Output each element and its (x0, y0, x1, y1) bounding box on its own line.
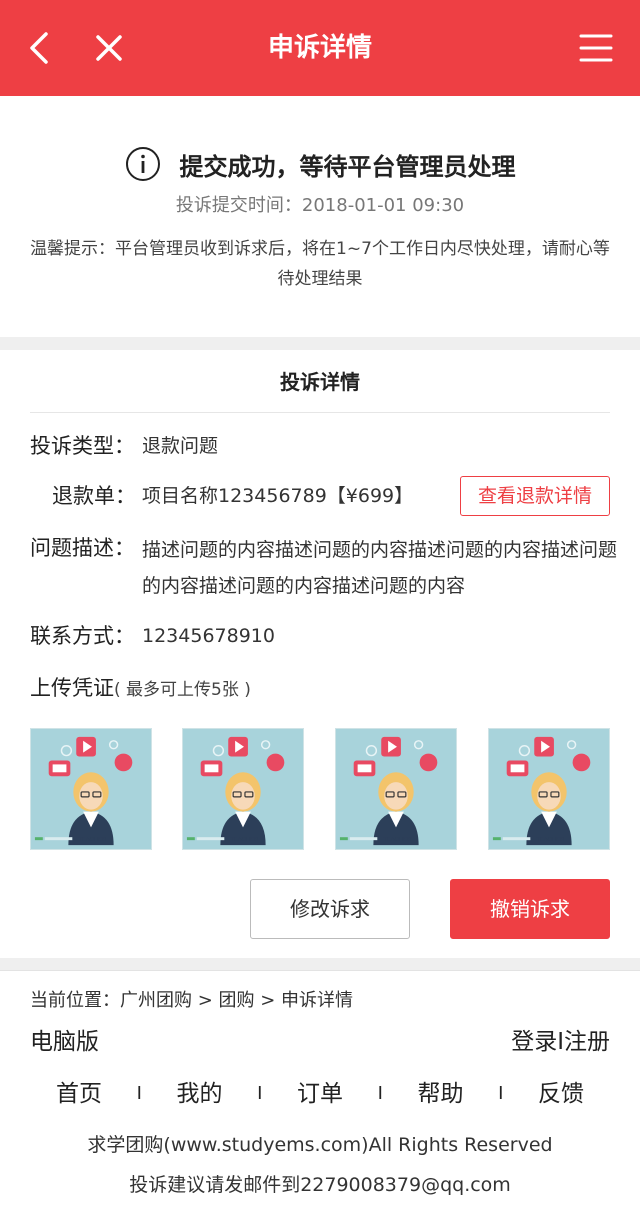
register-link[interactable]: 注册 (564, 1029, 610, 1055)
withdraw-complaint-button[interactable]: 撤销诉求 (450, 879, 610, 939)
complaint-detail-card: 投诉详情 投诉类型： 退款问题 退款单： 项目名称123456789【¥699】… (0, 350, 640, 958)
menu-icon[interactable] (576, 28, 616, 68)
evidence-image-caption: TEACHER (536, 837, 564, 843)
footer-nav-home[interactable]: 首页 (40, 1077, 118, 1111)
status-title: 提交成功，等待平台管理员处理 (179, 152, 516, 181)
contact-value: 12345678910 (142, 625, 275, 647)
footer-nav-orders[interactable]: 订单 (281, 1077, 359, 1111)
type-label: 投诉类型： (30, 434, 135, 458)
nav-separator: I (377, 1083, 383, 1104)
status-card: 提交成功，等待平台管理员处理 投诉提交时间：2018-01-01 09:30 温… (0, 96, 640, 337)
evidence-image-1[interactable]: TEACHER (30, 728, 152, 850)
evidence-image-illustration: TEACHER (489, 729, 609, 849)
upload-title: 上传凭证 (30, 676, 114, 700)
footer: 当前位置：广州团购 > 团购 > 申诉详情 电脑版 登录I注册 首页 I 我的 … (0, 970, 640, 1218)
divider (30, 412, 610, 413)
status-heading: 提交成功，等待平台管理员处理 (0, 146, 640, 182)
upload-note: ( 最多可上传5张 ) (114, 680, 251, 700)
complaint-email-note: 投诉建议请发邮件到2279008379@qq.com (129, 1174, 511, 1196)
evidence-image-caption: TEACHER (230, 837, 258, 843)
evidence-image-4[interactable]: TEACHER (488, 728, 610, 850)
auth-links: 登录I注册 (511, 1025, 610, 1059)
type-value: 退款问题 (142, 435, 219, 457)
section-title: 投诉详情 (280, 370, 360, 394)
top-bar: 申诉详情 (0, 0, 640, 96)
footer-nav-feedback[interactable]: 反馈 (522, 1077, 600, 1111)
breadcrumb: 当前位置：广州团购 > 团购 > 申诉详情 (30, 990, 354, 1011)
contact-label: 联系方式： (30, 624, 135, 648)
upload-label: 上传凭证( 最多可上传5张 ) (30, 673, 251, 705)
evidence-image-illustration: TEACHER (183, 729, 303, 849)
evidence-image-illustration: TEACHER (31, 729, 151, 849)
login-link[interactable]: 登录 (511, 1029, 557, 1055)
evidence-image-3[interactable]: TEACHER (335, 728, 457, 850)
page-title: 申诉详情 (267, 33, 372, 63)
footer-nav: 首页 I 我的 I 订单 I 帮助 I 反馈 (40, 1077, 600, 1111)
nav-separator: I (257, 1083, 263, 1104)
desc-value: 描述问题的内容描述问题的内容描述问题的内容描述问题的内容描述问题的内容描述问题的… (142, 539, 618, 597)
refund-value: 项目名称123456789【¥699】 (142, 485, 414, 507)
refund-label: 退款单： (52, 484, 136, 508)
submit-time: 投诉提交时间：2018-01-01 09:30 (175, 195, 465, 216)
nav-separator: I (136, 1083, 142, 1104)
evidence-image-caption: TEACHER (383, 837, 411, 843)
info-icon (125, 147, 160, 181)
desc-label: 问题描述： (30, 536, 135, 560)
copyright: 求学团购(www.studyems.com)All Rights Reserve… (87, 1134, 553, 1156)
evidence-image-2[interactable]: TEACHER (182, 728, 304, 850)
auth-separator: I (557, 1029, 564, 1055)
evidence-image-illustration: TEACHER (336, 729, 456, 849)
nav-separator: I (498, 1083, 504, 1104)
modify-complaint-button[interactable]: 修改诉求 (250, 879, 410, 939)
pc-version-link[interactable]: 电脑版 (30, 1025, 99, 1059)
footer-nav-mine[interactable]: 我的 (161, 1077, 239, 1111)
evidence-image-caption: TEACHER (78, 837, 106, 843)
warm-tip: 温馨提示：平台管理员收到诉求后，将在1~7个工作日内尽快处理，请耐心等待处理结果 (30, 239, 610, 289)
view-refund-button[interactable]: 查看退款详情 (460, 476, 610, 516)
footer-nav-help[interactable]: 帮助 (402, 1077, 480, 1111)
